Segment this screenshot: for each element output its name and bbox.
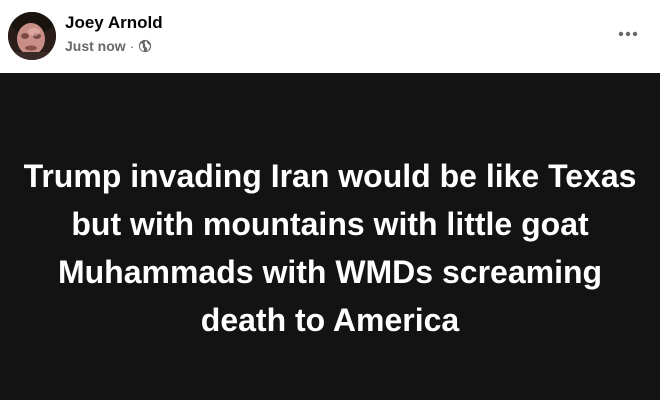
post-body: Trump invading Iran would be like Texas … — [0, 73, 660, 400]
avatar[interactable] — [8, 12, 56, 60]
post-meta: Just now · — [65, 37, 152, 55]
more-options-icon — [618, 31, 638, 37]
globe-icon[interactable] — [138, 39, 152, 53]
author-name[interactable]: Joey Arnold — [65, 13, 163, 33]
post-text: Trump invading Iran would be like Texas … — [23, 157, 637, 338]
more-options-button[interactable] — [608, 22, 648, 46]
profile-photo-icon — [8, 12, 56, 60]
post-header: Joey Arnold Just now · — [0, 0, 660, 72]
meta-separator: · — [129, 38, 135, 54]
post-timestamp[interactable]: Just now — [65, 38, 126, 54]
post-card: Joey Arnold Just now · Trump invading Ir… — [0, 0, 660, 400]
